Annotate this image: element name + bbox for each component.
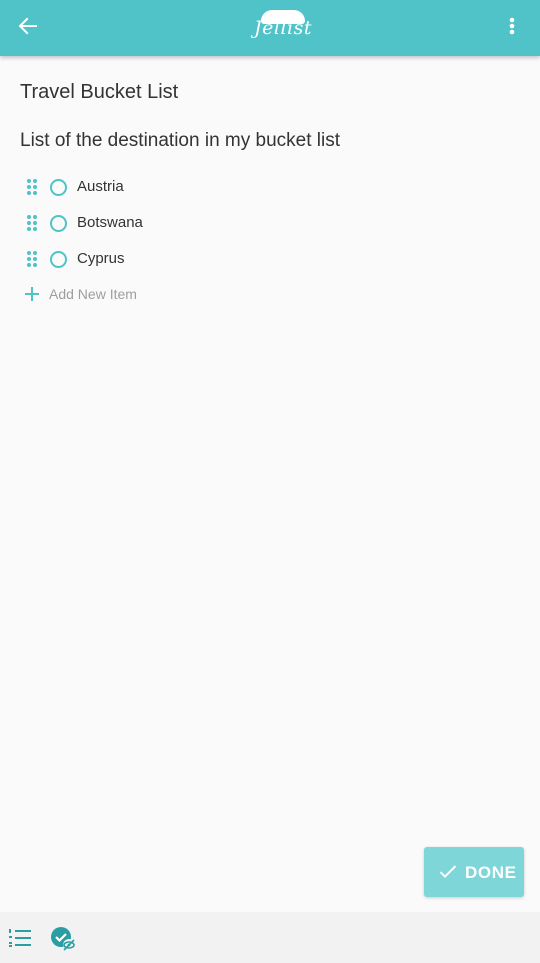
more-vert-icon bbox=[509, 17, 515, 35]
app-bar: Jellist bbox=[0, 0, 540, 56]
item-checkbox[interactable] bbox=[50, 215, 67, 232]
plus-icon bbox=[25, 287, 39, 301]
bottom-toolbar bbox=[0, 912, 540, 963]
drag-handle-icon[interactable] bbox=[24, 214, 40, 232]
hide-checked-icon[interactable] bbox=[50, 926, 78, 952]
add-item-button[interactable]: Add New Item bbox=[20, 282, 220, 306]
list-title[interactable]: Travel Bucket List bbox=[20, 81, 178, 104]
done-button[interactable]: DONE bbox=[424, 847, 524, 897]
item-checkbox[interactable] bbox=[50, 251, 67, 268]
item-label[interactable]: Cyprus bbox=[77, 250, 125, 267]
list-description[interactable]: List of the destination in my bucket lis… bbox=[20, 130, 340, 152]
numbered-list-icon[interactable] bbox=[9, 928, 31, 948]
drag-handle-icon[interactable] bbox=[24, 178, 40, 196]
back-button[interactable] bbox=[14, 12, 42, 40]
item-checkbox[interactable] bbox=[50, 179, 67, 196]
add-item-label: Add New Item bbox=[49, 286, 137, 302]
arrow-left-icon bbox=[18, 17, 37, 35]
drag-handle-icon[interactable] bbox=[24, 250, 40, 268]
check-icon bbox=[439, 865, 457, 878]
logo-text: Jellist bbox=[254, 17, 312, 39]
app-logo: Jellist bbox=[250, 6, 316, 46]
done-label: DONE bbox=[465, 863, 517, 882]
list-item: Botswana bbox=[20, 207, 520, 237]
item-label[interactable]: Austria bbox=[77, 178, 124, 195]
item-label[interactable]: Botswana bbox=[77, 214, 143, 231]
list-item: Austria bbox=[20, 171, 520, 201]
list-item: Cyprus bbox=[20, 243, 520, 273]
overflow-menu-button[interactable] bbox=[506, 12, 518, 40]
